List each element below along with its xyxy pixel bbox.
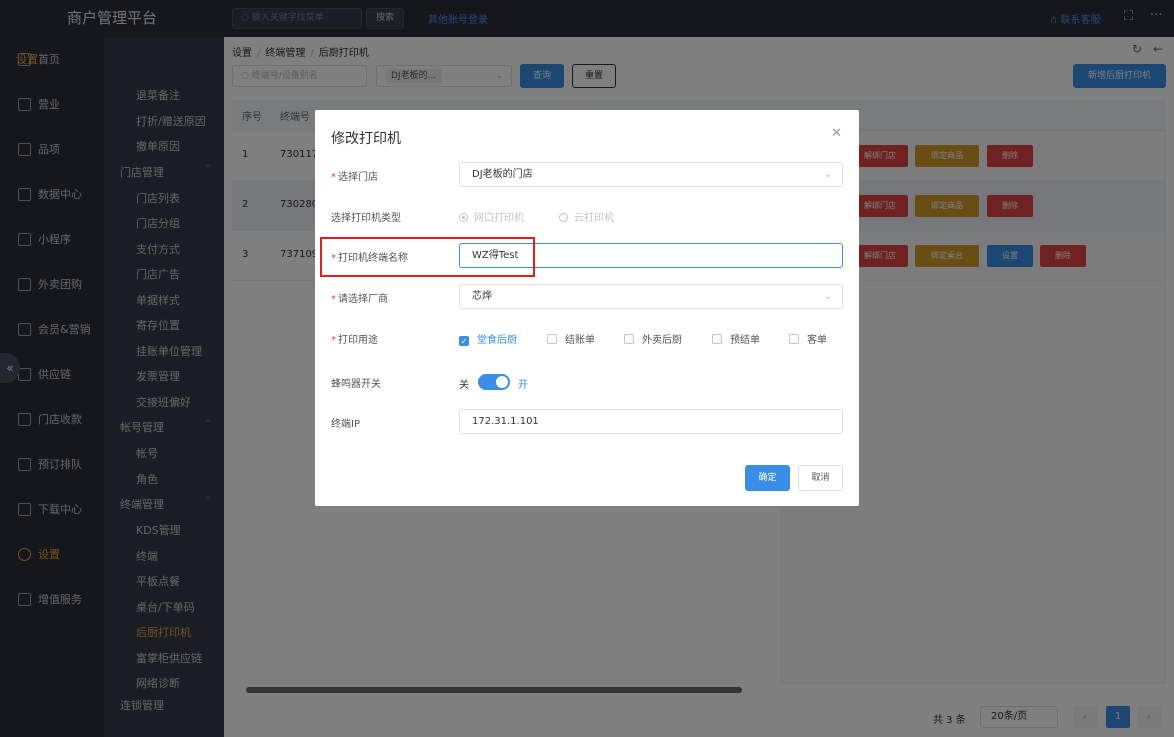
highlight-box (320, 237, 535, 277)
ip-label: 终端IP (331, 419, 360, 430)
buzzer-toggle[interactable] (478, 374, 510, 390)
buzzer-off-label: 关 (459, 380, 469, 391)
checkbox-takeout-kitchen[interactable]: 外卖后厨 (624, 331, 682, 346)
buzzer-label: 蜂鸣器开关 (331, 379, 381, 390)
ip-field[interactable]: 172.31.1.101 (459, 409, 843, 434)
store-label: * 选择门店 (331, 172, 378, 183)
vendor-select[interactable]: 芯烨 ⌄ (459, 284, 843, 309)
radio-cloud-printer[interactable]: 云打印机 (559, 209, 614, 224)
usage-label: * 打印用途 (331, 335, 378, 346)
vendor-select-value: 芯烨 (472, 291, 492, 302)
checkbox-dine-in-kitchen[interactable]: ✓ 堂食后厨 (459, 331, 517, 346)
chevron-down-icon: ⌄ (823, 169, 832, 180)
confirm-button[interactable]: 确定 (745, 465, 790, 491)
buzzer-on-label: 开 (518, 380, 528, 391)
checkbox-bill[interactable]: 结账单 (547, 331, 595, 346)
chevron-down-icon: ⌄ (823, 291, 832, 302)
checkbox-customer-slip[interactable]: 客单 (789, 331, 827, 346)
close-icon[interactable]: ✕ (831, 126, 842, 141)
checkbox-pre-bill[interactable]: 预结单 (712, 331, 760, 346)
cancel-button[interactable]: 取消 (798, 465, 843, 491)
radio-network-printer[interactable]: 网口打印机 (459, 209, 524, 224)
printer-type-label: 选择打印机类型 (331, 213, 401, 224)
store-field-value: DJ老板的门店 (472, 169, 533, 180)
dialog-title: 修改打印机 (331, 131, 401, 147)
vendor-label: * 请选择厂商 (331, 294, 388, 305)
store-field[interactable]: DJ老板的门店 ⌄ (459, 162, 843, 187)
